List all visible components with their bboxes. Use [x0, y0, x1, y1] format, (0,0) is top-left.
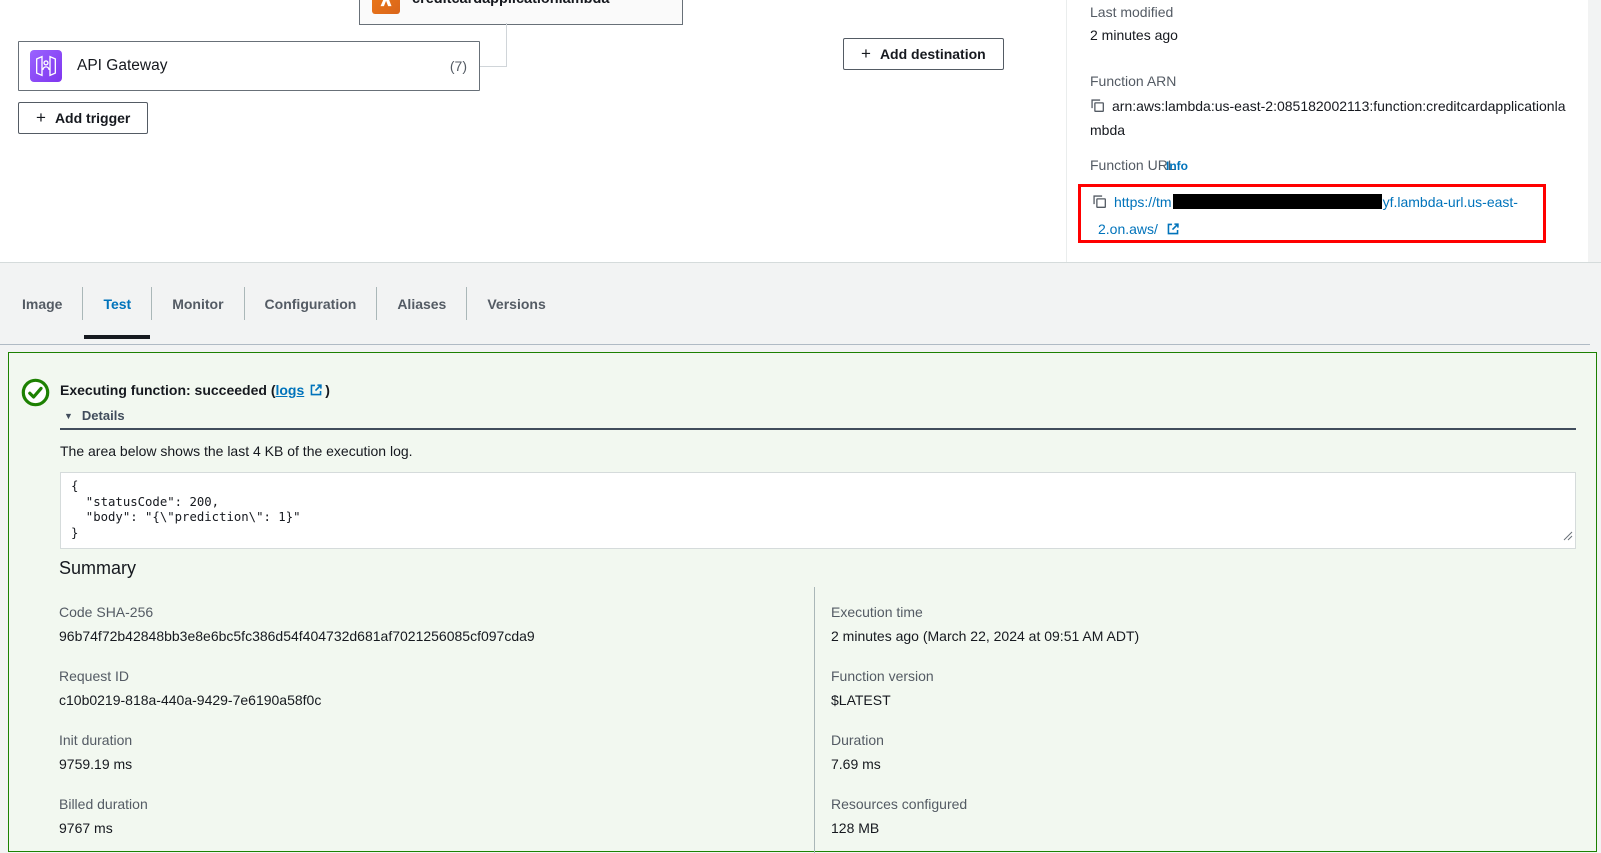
external-link-icon[interactable] [1166, 223, 1180, 239]
summary-heading: Summary [59, 558, 136, 579]
api-gateway-trigger-node[interactable]: API Gateway (7) [18, 41, 480, 91]
last-modified-label: Last modified [1090, 4, 1173, 20]
function-url-line1: https://tm yf.lambda-url.us-east- [1092, 191, 1543, 215]
field-label: Function version [831, 668, 1531, 684]
status-text-close: ) [325, 382, 330, 398]
field-value: 9759.19 ms [59, 756, 759, 772]
function-url-line2: 2.on.aws/ [1098, 218, 1543, 242]
function-url-label: Function URL [1090, 157, 1176, 173]
tab-label: Test [103, 296, 131, 312]
execution-result-panel: Executing function: succeeded (logs) ▼ De… [8, 352, 1597, 852]
add-destination-button[interactable]: + Add destination [843, 38, 1004, 70]
field-value: 96b74f72b42848bb3e8e6bc5fc386d54f404732d… [59, 628, 759, 644]
url-suffix: yf.lambda-url.us-east- [1383, 194, 1518, 210]
tab-label: Monitor [172, 296, 223, 312]
trigger-label: API Gateway [77, 57, 167, 75]
summary-field-function-version: Function version $LATEST [831, 668, 1531, 708]
tab-label: Configuration [265, 296, 357, 312]
status-text: Executing function: succeeded ( [60, 382, 275, 398]
trigger-count-badge: (7) [450, 58, 467, 74]
summary-field-duration: Duration 7.69 ms [831, 732, 1531, 772]
connector-line-vertical [506, 23, 507, 66]
field-value: c10b0219-818a-440a-9429-7e6190a58f0c [59, 692, 759, 708]
field-label: Request ID [59, 668, 759, 684]
field-label: Init duration [59, 732, 759, 748]
field-label: Resources configured [831, 796, 1531, 812]
tab-bar: Image Test Monitor Configuration Aliases… [0, 263, 1590, 345]
function-arn-label: Function ARN [1090, 73, 1176, 89]
field-value: 7.69 ms [831, 756, 1531, 772]
summary-field-code-sha: Code SHA-256 96b74f72b42848bb3e8e6bc5fc3… [59, 604, 759, 644]
log-note-text: The area below shows the last 4 KB of th… [60, 443, 413, 459]
success-check-icon [21, 378, 50, 412]
field-value: 9767 ms [59, 820, 759, 836]
details-toggle[interactable]: ▼ Details [64, 408, 125, 423]
tab-label: Image [22, 296, 62, 312]
url-domain-end: 2.on.aws/ [1098, 221, 1158, 237]
field-label: Duration [831, 732, 1531, 748]
last-modified-value: 2 minutes ago [1090, 27, 1178, 43]
function-url-link[interactable]: https://tm yf.lambda-url.us-east- [1114, 194, 1518, 210]
plus-icon: + [861, 45, 871, 62]
function-url-link[interactable]: 2.on.aws/ [1098, 221, 1158, 237]
plus-icon: + [36, 109, 46, 126]
chevron-down-icon: ▼ [64, 411, 73, 421]
lambda-icon: λ [372, 0, 400, 14]
info-link[interactable]: Info [1166, 159, 1188, 173]
lambda-function-node[interactable]: λ creditcardapplicationlambda [359, 0, 683, 25]
details-label: Details [82, 408, 125, 423]
tab-label: Aliases [397, 296, 446, 312]
add-destination-label: Add destination [880, 46, 986, 62]
summary-field-resources-configured: Resources configured 128 MB [831, 796, 1531, 836]
field-label: Billed duration [59, 796, 759, 812]
tab-configuration[interactable]: Configuration [245, 263, 377, 344]
function-overview-card: λ creditcardapplicationlambda API Gatewa… [0, 0, 1588, 262]
summary-field-init-duration: Init duration 9759.19 ms [59, 732, 759, 772]
execution-log-text: { "statusCode": 200, "body": "{\"predict… [71, 479, 1565, 542]
field-value: $LATEST [831, 692, 1531, 708]
field-label: Code SHA-256 [59, 604, 759, 620]
redacted-url-segment [1173, 194, 1382, 209]
add-trigger-label: Add trigger [55, 110, 130, 126]
tab-versions[interactable]: Versions [467, 263, 565, 344]
lambda-node-label: creditcardapplicationlambda [412, 0, 609, 7]
resize-handle[interactable] [1563, 528, 1573, 546]
api-gateway-icon [30, 50, 62, 82]
tab-label: Versions [487, 296, 545, 312]
tab-test[interactable]: Test [83, 263, 151, 344]
copy-icon[interactable] [1090, 100, 1105, 116]
tab-monitor[interactable]: Monitor [152, 263, 243, 344]
add-trigger-button[interactable]: + Add trigger [18, 102, 148, 134]
function-url-highlight-box: https://tm yf.lambda-url.us-east- 2.on.aw… [1078, 184, 1546, 243]
details-divider [60, 428, 1576, 430]
copy-icon[interactable] [1092, 196, 1107, 212]
tab-aliases[interactable]: Aliases [377, 263, 466, 344]
panel-divider [1066, 0, 1067, 262]
function-arn-text: arn:aws:lambda:us-east-2:085182002113:fu… [1090, 98, 1565, 138]
field-value: 128 MB [831, 820, 1531, 836]
external-link-icon[interactable] [309, 383, 323, 400]
url-prefix: https://tm [1114, 194, 1172, 210]
tab-image[interactable]: Image [2, 263, 82, 344]
logs-link[interactable]: logs [275, 382, 304, 398]
execution-status-message: Executing function: succeeded (logs) [60, 382, 330, 400]
lambda-glyph: λ [380, 0, 392, 11]
connector-line-horizontal [480, 66, 507, 67]
function-arn-value: arn:aws:lambda:us-east-2:085182002113:fu… [1090, 95, 1570, 141]
field-label: Execution time [831, 604, 1531, 620]
summary-field-billed-duration: Billed duration 9767 ms [59, 796, 759, 836]
summary-field-execution-time: Execution time 2 minutes ago (March 22, … [831, 604, 1531, 644]
field-value: 2 minutes ago (March 22, 2024 at 09:51 A… [831, 628, 1531, 644]
execution-log-output[interactable]: { "statusCode": 200, "body": "{\"predict… [60, 472, 1576, 549]
summary-column-divider [814, 587, 815, 853]
summary-field-request-id: Request ID c10b0219-818a-440a-9429-7e619… [59, 668, 759, 708]
